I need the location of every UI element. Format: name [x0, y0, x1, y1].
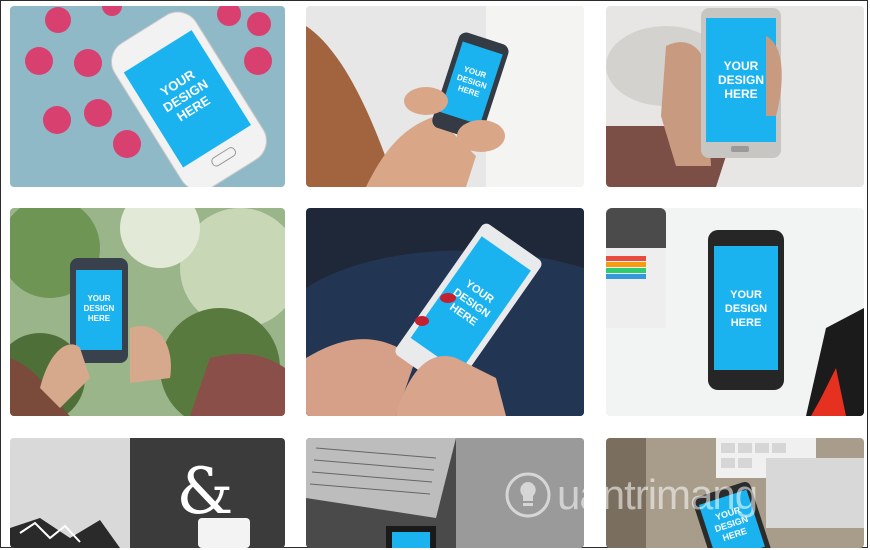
tile-7-image: & — [10, 438, 285, 548]
tile-4-screen-line-1: YOUR — [87, 294, 110, 303]
mockup-tile-7[interactable]: & — [10, 438, 285, 548]
tile-3-screen-line-2: DESIGN — [718, 73, 764, 87]
svg-text:&: & — [177, 455, 234, 529]
tile-6-screen-line-2: DESIGN — [725, 303, 767, 315]
tile-4-screen-line-2: DESIGN — [84, 304, 115, 313]
tile-1-image: YOUR DESIGN HERE — [10, 6, 285, 187]
tile-4-image: YOUR DESIGN HERE — [10, 208, 285, 416]
mockup-tile-9[interactable]: YOUR DESIGN HERE — [606, 438, 864, 548]
tile-6-screen-line-3: HERE — [731, 317, 762, 329]
tile-9-image: YOUR DESIGN HERE — [606, 438, 864, 548]
tile-8-image — [306, 438, 584, 548]
tile-3-image: YOUR DESIGN HERE — [606, 6, 864, 187]
mockup-tile-8[interactable] — [306, 438, 584, 548]
mockup-tile-3[interactable]: YOUR DESIGN HERE — [606, 6, 864, 187]
tile-4-screen-line-3: HERE — [88, 314, 111, 323]
mockup-tile-5[interactable]: YOUR DESIGN HERE — [306, 208, 584, 416]
tile-6-image: YOUR DESIGN HERE — [606, 208, 864, 416]
mockup-tile-4[interactable]: YOUR DESIGN HERE — [10, 208, 285, 416]
mockup-tile-6[interactable]: YOUR DESIGN HERE — [606, 208, 864, 416]
mockup-tile-1[interactable]: YOUR DESIGN HERE — [10, 6, 285, 187]
tile-2-image: YOUR DESIGN HERE — [306, 6, 584, 187]
mockup-tile-2[interactable]: YOUR DESIGN HERE — [306, 6, 584, 187]
tile-6-screen-line-1: YOUR — [730, 289, 762, 301]
tile-3-screen-line-3: HERE — [724, 87, 757, 101]
tile-5-image: YOUR DESIGN HERE — [306, 208, 584, 416]
tile-3-screen-line-1: YOUR — [724, 59, 759, 73]
